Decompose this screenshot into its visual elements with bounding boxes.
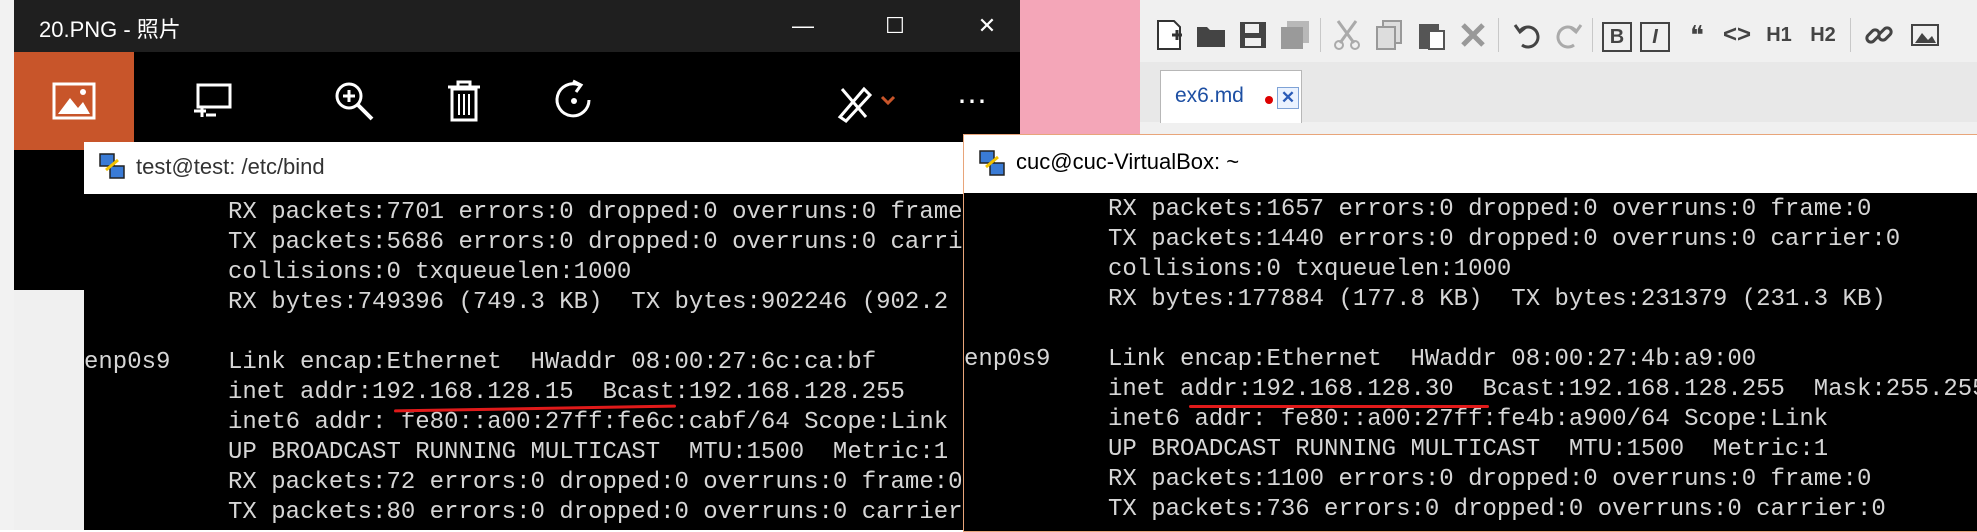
terminal-line: inet addr:192.168.128.15 Bcast:192.168.1… — [84, 379, 905, 406]
save-icon — [1240, 22, 1266, 48]
bold-button[interactable]: B — [1602, 22, 1632, 52]
copy-icon — [1376, 20, 1402, 50]
italic-icon: I — [1652, 25, 1658, 48]
terminal-line: TX packets:1440 errors:0 dropped:0 overr… — [964, 226, 1901, 253]
h1-icon: H1 — [1766, 23, 1792, 46]
terminal-output[interactable]: RX packets:1657 errors:0 dropped:0 overr… — [964, 193, 1977, 531]
save-button[interactable] — [1236, 18, 1270, 52]
link-icon — [1865, 26, 1893, 44]
toolbar-separator — [1320, 18, 1321, 52]
editor-toolbar: B I ❝ <> H1 H2 — [1140, 0, 1977, 63]
putty-icon — [979, 150, 1005, 176]
terminal-line: UP BROADCAST RUNNING MULTICAST MTU:1500 … — [964, 436, 1829, 463]
zoom-icon — [335, 82, 374, 121]
code-button[interactable]: <> — [1720, 18, 1754, 52]
terminal-line: RX packets:72 errors:0 dropped:0 overrun… — [84, 469, 963, 496]
red-underline-annotation — [1189, 405, 1489, 408]
terminal-line: inet6 addr: fe80::a00:27ff:fe4b:a900/64 … — [964, 406, 1829, 433]
rotate-icon — [555, 79, 591, 118]
terminal-title: cuc@cuc-VirtualBox: ~ — [1016, 149, 1240, 174]
terminal-titlebar[interactable]: cuc@cuc-VirtualBox: ~ — [964, 135, 1977, 193]
terminal-line: RX bytes:749396 (749.3 KB) TX bytes:9022… — [84, 289, 964, 316]
paste-icon — [1419, 24, 1445, 50]
slideshow-button[interactable] — [154, 52, 274, 150]
delete-button[interactable] — [1456, 18, 1490, 52]
terminal-line: collisions:0 txqueuelen:1000 — [84, 259, 632, 286]
terminal-line: TX packets:80 errors:0 dropped:0 overrun… — [84, 499, 964, 526]
zoom-button[interactable] — [294, 52, 414, 150]
terminal-titlebar[interactable]: test@test: /etc/bind — [84, 142, 964, 194]
save-all-button — [1278, 18, 1312, 52]
terminal-line: TX packets:5686 errors:0 dropped:0 overr… — [84, 229, 964, 256]
quote-icon: ❝ — [1690, 19, 1704, 50]
link-button[interactable] — [1862, 18, 1896, 52]
h2-button[interactable]: H2 — [1806, 18, 1840, 52]
tab-ex6-md[interactable]: ex6.md ✕ — [1160, 70, 1302, 123]
terminal-window-cuc: cuc@cuc-VirtualBox: ~ RX packets:1657 er… — [963, 134, 1977, 532]
code-icon: <> — [1722, 21, 1752, 48]
terminal-line: inet addr:192.168.128.30 Bcast:192.168.1… — [964, 376, 1977, 403]
copy-button[interactable] — [1372, 18, 1406, 52]
terminal-line: RX packets:7701 errors:0 dropped:0 overr… — [84, 199, 964, 226]
new-file-icon — [1157, 20, 1182, 50]
toolbar-separator — [1850, 18, 1851, 52]
tab-label: ex6.md — [1175, 84, 1244, 107]
terminal-line: RX packets:1100 errors:0 dropped:0 overr… — [964, 466, 1872, 493]
tab-close-icon[interactable]: ✕ — [1277, 87, 1299, 109]
edit-icon — [837, 86, 896, 123]
terminal-title: test@test: /etc/bind — [136, 154, 325, 179]
new-file-button[interactable] — [1152, 18, 1186, 52]
photos-title: 20.PNG - 照片 — [39, 17, 181, 42]
minimize-button[interactable]: — — [774, 0, 832, 52]
slideshow-icon — [194, 83, 232, 117]
toolbar-separator — [1592, 18, 1593, 52]
view-image-button[interactable] — [14, 52, 134, 150]
save-all-icon — [1281, 21, 1309, 49]
h1-button[interactable]: H1 — [1762, 18, 1796, 52]
putty-icon — [99, 153, 125, 179]
photos-canvas-edge — [14, 290, 84, 530]
delete-button[interactable] — [404, 52, 524, 150]
redo-icon — [1556, 24, 1583, 49]
image-insert-icon — [1911, 24, 1939, 46]
rotate-button[interactable] — [514, 52, 634, 150]
terminal-line: inet6 addr: fe80::a00:27ff:fe6c:cabf/64 … — [84, 409, 949, 436]
more-icon: ⋯ — [957, 84, 987, 118]
photos-titlebar[interactable]: 20.PNG - 照片 — ☐ ✕ — [14, 0, 1020, 52]
folder-icon — [1197, 27, 1225, 47]
terminal-line: enp0s9 Link encap:Ethernet HWaddr 08:00:… — [84, 349, 877, 376]
cut-icon — [1334, 20, 1360, 50]
delete-x-icon — [1461, 23, 1485, 47]
terminal-line: RX packets:1657 errors:0 dropped:0 overr… — [964, 196, 1872, 223]
close-button[interactable]: ✕ — [958, 0, 1016, 52]
open-button[interactable] — [1194, 18, 1228, 52]
terminal-window-test: test@test: /etc/bind RX packets:7701 err… — [84, 142, 964, 530]
terminal-line: UP BROADCAST RUNNING MULTICAST MTU:1500 … — [84, 439, 949, 466]
editor-tab-bar: ex6.md ✕ — [1140, 62, 1977, 123]
redo-button[interactable] — [1552, 18, 1586, 52]
terminal-line: collisions:0 txqueuelen:1000 — [964, 256, 1512, 283]
terminal-line: TX packets:736 errors:0 dropped:0 overru… — [964, 496, 1886, 523]
edit-create-button[interactable] — [814, 52, 924, 150]
bold-icon: B — [1609, 25, 1625, 48]
maximize-button[interactable]: ☐ — [866, 0, 924, 52]
terminal-line: RX bytes:177884 (177.8 KB) TX bytes:2313… — [964, 286, 1886, 313]
unsaved-indicator-icon — [1265, 96, 1273, 104]
terminal-output[interactable]: RX packets:7701 errors:0 dropped:0 overr… — [84, 194, 964, 530]
image-icon — [52, 82, 96, 120]
toolbar-separator — [1498, 18, 1499, 52]
terminal-line: enp0s9 Link encap:Ethernet HWaddr 08:00:… — [964, 346, 1757, 373]
desktop-left-strip — [0, 0, 15, 530]
photos-toolbar: ⋯ — [14, 52, 1020, 150]
undo-icon — [1513, 24, 1540, 49]
cut-button[interactable] — [1330, 18, 1364, 52]
quote-button[interactable]: ❝ — [1680, 18, 1714, 52]
delete-icon — [448, 80, 480, 122]
image-insert-button[interactable] — [1908, 18, 1942, 52]
undo-button[interactable] — [1510, 18, 1544, 52]
paste-button[interactable] — [1414, 18, 1448, 52]
italic-button[interactable]: I — [1640, 22, 1670, 52]
h2-icon: H2 — [1810, 23, 1836, 46]
